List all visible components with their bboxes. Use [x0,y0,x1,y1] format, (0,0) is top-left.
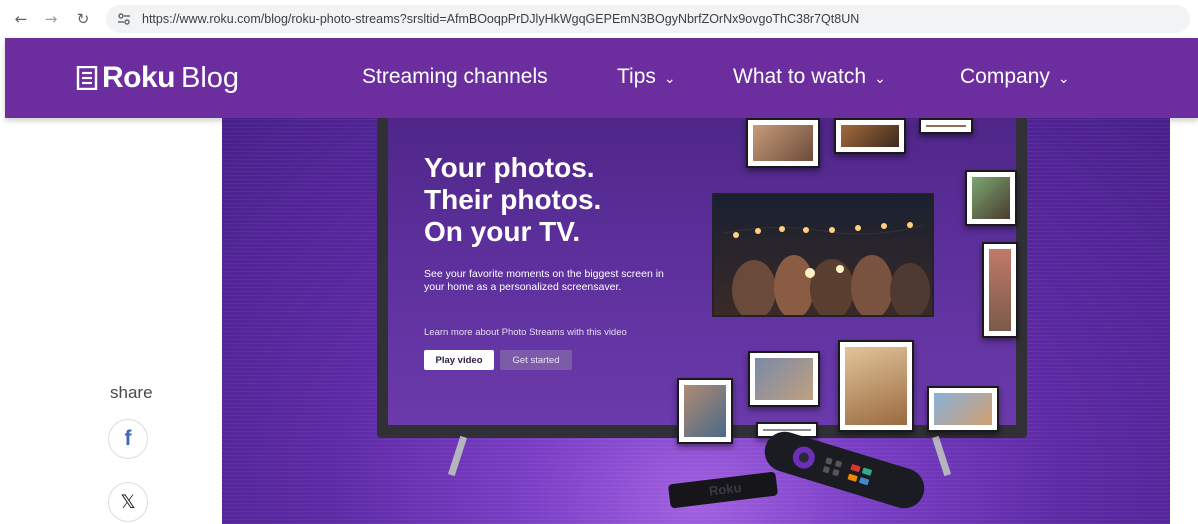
photo-frame [834,118,906,154]
get-started-button[interactable]: Get started [500,350,572,370]
url-text: https://www.roku.com/blog/roku-photo-str… [142,12,860,26]
hero-description: See your favorite moments on the biggest… [424,268,664,293]
headline-line: Their photos. [424,184,602,215]
nav-tips[interactable]: Tips ⌄ [617,65,676,89]
blog-document-icon [76,66,98,90]
back-arrow-icon[interactable]: ← [10,8,32,30]
forward-arrow-icon[interactable]: → [40,8,62,30]
photo-frame [927,386,999,432]
hero-banner: Your photos. Their photos. On your TV. S… [222,118,1170,524]
play-video-button[interactable]: Play video [424,350,494,370]
photo-frame [746,118,820,168]
photo-frame [965,170,1017,226]
nav-streaming-channels[interactable]: Streaming channels [362,65,548,89]
nav-label: Streaming channels [362,65,548,88]
nav-company[interactable]: Company ⌄ [960,65,1070,89]
chevron-down-icon: ⌄ [874,69,886,86]
headline-line: Your photos. [424,152,595,183]
photo-stream-preview [712,193,934,320]
stick-brand-label: Roku [708,479,743,499]
nav-what-to-watch[interactable]: What to watch ⌄ [733,65,886,89]
nav-label: Tips [617,65,656,88]
photo-frame [982,242,1018,338]
photo-frame [748,351,820,407]
headline-line: On your TV. [424,216,581,247]
chevron-down-icon: ⌄ [663,69,676,86]
logo-wordmark: Roku [102,61,176,94]
logo-blog-label: Blog [181,61,240,94]
browser-toolbar: ← → ↻ https://www.roku.com/blog/roku-pho… [0,0,1198,38]
nav-label: Company [960,65,1050,88]
photo-frame [919,118,973,134]
x-icon: 𝕏 [120,491,136,513]
learn-more-text: Learn more about Photo Streams with this… [424,327,627,338]
roku-blog-logo[interactable]: Roku Blog [76,61,239,95]
x-share-button[interactable]: 𝕏 [108,482,148,522]
photo-frame [838,340,914,432]
reload-icon[interactable]: ↻ [72,8,94,30]
hero-headline: Your photos. Their photos. On your TV. [424,152,601,248]
site-info-icon[interactable] [114,9,134,29]
chevron-down-icon: ⌄ [1057,69,1070,86]
share-label: share [110,383,153,402]
address-bar[interactable]: https://www.roku.com/blog/roku-photo-str… [106,5,1190,33]
party-photo [714,195,932,320]
site-header: Roku Blog Streaming channels Tips ⌄ What… [5,38,1198,118]
nav-label: What to watch [733,65,867,88]
photo-frame [677,378,733,444]
facebook-icon: f [124,427,132,450]
facebook-share-button[interactable]: f [108,419,148,459]
